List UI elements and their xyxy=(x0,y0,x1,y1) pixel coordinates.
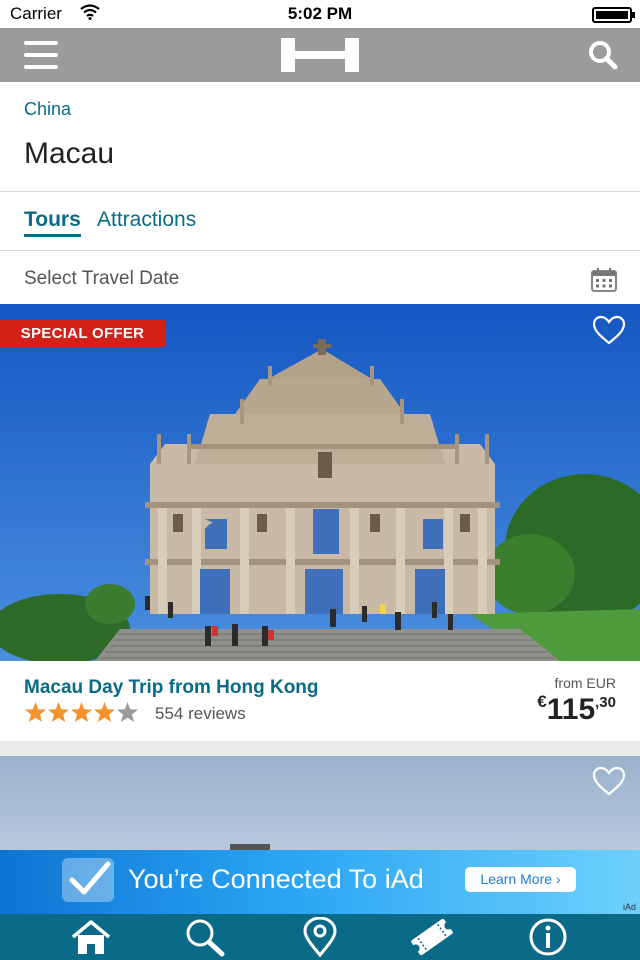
tour-image[interactable] xyxy=(0,304,640,661)
nav-bar xyxy=(0,28,640,82)
active-tab-indicator xyxy=(24,234,81,237)
ad-label: iAd xyxy=(622,902,636,912)
price: €115,30 xyxy=(537,692,616,727)
checkmark-icon xyxy=(62,858,114,902)
bottom-tab-bar xyxy=(0,914,640,960)
star-rating xyxy=(25,702,138,722)
search-icon[interactable] xyxy=(588,40,618,70)
clock: 5:02 PM xyxy=(287,4,353,23)
divider xyxy=(0,191,640,192)
ticket-icon[interactable] xyxy=(410,917,454,957)
tab-tours[interactable]: Tours xyxy=(24,208,81,232)
calendar-icon[interactable] xyxy=(591,268,617,292)
tab-attractions[interactable]: Attractions xyxy=(97,208,196,232)
tour-image[interactable] xyxy=(0,756,640,850)
heart-outline-icon[interactable] xyxy=(592,315,626,345)
h-logo-icon[interactable] xyxy=(281,38,359,72)
star-icon xyxy=(25,702,46,722)
star-icon xyxy=(71,702,92,722)
page-title: Macau xyxy=(24,137,115,170)
breadcrumb-country[interactable]: China xyxy=(24,99,71,120)
special-offer-badge: SPECIAL OFFER xyxy=(0,320,165,347)
star-icon xyxy=(117,702,138,722)
price-prefix: from EUR xyxy=(554,675,616,691)
tour-title[interactable]: Macau Day Trip from Hong Kong xyxy=(24,677,319,699)
star-icon xyxy=(94,702,115,722)
status-bar: Carrier 5:02 PM xyxy=(0,0,640,28)
heart-outline-icon[interactable] xyxy=(592,766,626,796)
battery-icon xyxy=(592,7,635,23)
home-icon[interactable] xyxy=(69,917,113,957)
star-icon xyxy=(48,702,69,722)
location-pin-icon[interactable] xyxy=(298,917,342,957)
hamburger-menu-icon[interactable] xyxy=(24,41,58,69)
review-count: 554 reviews xyxy=(155,704,246,723)
price-currency: € xyxy=(537,692,547,711)
card-separator xyxy=(0,741,640,756)
travel-date-label: Select Travel Date xyxy=(24,268,180,289)
search-icon[interactable] xyxy=(182,917,226,957)
price-main: 115 xyxy=(546,693,596,726)
learn-more-button[interactable]: Learn More › xyxy=(465,867,576,892)
ad-text: You’re Connected To iAd xyxy=(128,864,424,894)
price-cents: ,30 xyxy=(595,694,616,711)
info-icon[interactable] xyxy=(526,917,570,957)
